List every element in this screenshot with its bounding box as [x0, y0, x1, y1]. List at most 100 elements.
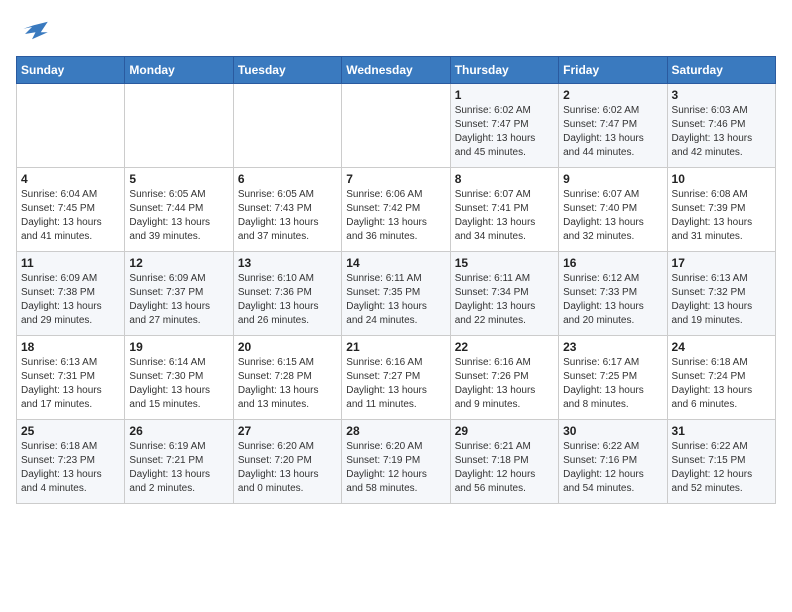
calendar-cell: 28Sunrise: 6:20 AM Sunset: 7:19 PM Dayli…: [342, 420, 450, 504]
day-number: 21: [346, 340, 445, 354]
day-number: 10: [672, 172, 771, 186]
calendar-cell: 25 Sunrise: 6:18 AM Sunset: 7:23 PM Dayli…: [17, 420, 125, 504]
weekday-thursday: Thursday: [450, 57, 558, 84]
weekday-wednesday: Wednesday: [342, 57, 450, 84]
weekday-saturday: Saturday: [667, 57, 775, 84]
day-number: 12: [129, 256, 228, 270]
day-number: 18: [21, 340, 120, 354]
day-info: Sunrise: 6:13 AM Sunset: 7:31 PM Dayligh…: [21, 356, 120, 412]
day-number: 4: [21, 172, 120, 186]
day-number: 29: [455, 424, 554, 438]
header: [16, 16, 776, 48]
calendar-cell: [233, 84, 341, 168]
day-info: Sunrise: 6:21 AM Sunset: 7:18 PM Dayligh…: [455, 440, 554, 496]
calendar-cell: 7 Sunrise: 6:06 AM Sunset: 7:42 PM Daylig…: [342, 168, 450, 252]
day-info: Sunrise: 6:05 AM Sunset: 7:44 PM Dayligh…: [129, 188, 228, 244]
calendar-cell: 12 Sunrise: 6:09 AM Sunset: 7:37 PM Dayli…: [125, 252, 233, 336]
calendar-cell: 22 Sunrise: 6:16 AM Sunset: 7:26 PM Dayli…: [450, 336, 558, 420]
day-number: 20: [238, 340, 337, 354]
calendar-cell: 27Sunrise: 6:20 AM Sunset: 7:20 PM Dayli…: [233, 420, 341, 504]
day-number: 7: [346, 172, 445, 186]
day-number: 26: [129, 424, 228, 438]
day-info: Sunrise: 6:20 AM Sunset: 7:19 PM Dayligh…: [346, 440, 445, 496]
day-info: Sunrise: 6:19 AM Sunset: 7:21 PM Dayligh…: [129, 440, 228, 496]
day-info: Sunrise: 6:02 AM Sunset: 7:47 PM Dayligh…: [563, 104, 662, 160]
calendar-cell: 11Sunrise: 6:09 AM Sunset: 7:38 PM Dayli…: [17, 252, 125, 336]
day-info: Sunrise: 6:03 AM Sunset: 7:46 PM Dayligh…: [672, 104, 771, 160]
logo-bird-icon: [16, 20, 48, 48]
weekday-friday: Friday: [559, 57, 667, 84]
day-number: 31: [672, 424, 771, 438]
day-info: Sunrise: 6:18 AM Sunset: 7:23 PM Dayligh…: [21, 440, 120, 496]
calendar-cell: 3Sunrise: 6:03 AM Sunset: 7:46 PM Daylig…: [667, 84, 775, 168]
calendar-cell: 26 Sunrise: 6:19 AM Sunset: 7:21 PM Dayli…: [125, 420, 233, 504]
day-number: 8: [455, 172, 554, 186]
day-info: Sunrise: 6:18 AM Sunset: 7:24 PM Dayligh…: [672, 356, 771, 412]
day-info: Sunrise: 6:14 AM Sunset: 7:30 PM Dayligh…: [129, 356, 228, 412]
calendar-cell: 31 Sunrise: 6:22 AM Sunset: 7:15 PM Dayli…: [667, 420, 775, 504]
day-number: 9: [563, 172, 662, 186]
day-info: Sunrise: 6:15 AM Sunset: 7:28 PM Dayligh…: [238, 356, 337, 412]
day-number: 23: [563, 340, 662, 354]
calendar-cell: 8Sunrise: 6:07 AM Sunset: 7:41 PM Daylig…: [450, 168, 558, 252]
day-number: 14: [346, 256, 445, 270]
day-info: Sunrise: 6:06 AM Sunset: 7:42 PM Dayligh…: [346, 188, 445, 244]
calendar-cell: 14Sunrise: 6:11 AM Sunset: 7:35 PM Dayli…: [342, 252, 450, 336]
day-number: 5: [129, 172, 228, 186]
calendar-cell: 18 Sunrise: 6:13 AM Sunset: 7:31 PM Dayli…: [17, 336, 125, 420]
day-number: 30: [563, 424, 662, 438]
calendar-cell: 21 Sunrise: 6:16 AM Sunset: 7:27 PM Dayli…: [342, 336, 450, 420]
calendar-cell: 1Sunrise: 6:02 AM Sunset: 7:47 PM Daylig…: [450, 84, 558, 168]
day-number: 17: [672, 256, 771, 270]
calendar-cell: 17 Sunrise: 6:13 AM Sunset: 7:32 PM Dayli…: [667, 252, 775, 336]
calendar-week-2: 4 Sunrise: 6:04 AM Sunset: 7:45 PM Daylig…: [17, 168, 776, 252]
calendar-cell: 6 Sunrise: 6:05 AM Sunset: 7:43 PM Daylig…: [233, 168, 341, 252]
calendar-body: 1 Sunrise: 6:02 AM Sunset: 7:47 PM Daylig…: [17, 84, 776, 504]
weekday-tuesday: Tuesday: [233, 57, 341, 84]
calendar-table: SundayMondayTuesdayWednesdayThursdayFrid…: [16, 56, 776, 504]
day-number: 13: [238, 256, 337, 270]
day-info: Sunrise: 6:16 AM Sunset: 7:26 PM Dayligh…: [455, 356, 554, 412]
calendar-cell: 15Sunrise: 6:11 AM Sunset: 7:34 PM Dayli…: [450, 252, 558, 336]
calendar-cell: 24 Sunrise: 6:18 AM Sunset: 7:24 PM Dayli…: [667, 336, 775, 420]
day-number: 6: [238, 172, 337, 186]
day-number: 19: [129, 340, 228, 354]
calendar-cell: [125, 84, 233, 168]
day-number: 25: [21, 424, 120, 438]
calendar-week-4: 18 Sunrise: 6:13 AM Sunset: 7:31 PM Dayli…: [17, 336, 776, 420]
day-number: 1: [455, 88, 554, 102]
calendar-cell: [342, 84, 450, 168]
day-info: Sunrise: 6:10 AM Sunset: 7:36 PM Dayligh…: [238, 272, 337, 328]
day-info: Sunrise: 6:12 AM Sunset: 7:33 PM Dayligh…: [563, 272, 662, 328]
day-number: 16: [563, 256, 662, 270]
calendar-cell: 10 Sunrise: 6:08 AM Sunset: 7:39 PM Dayli…: [667, 168, 775, 252]
calendar-week-5: 25 Sunrise: 6:18 AM Sunset: 7:23 PM Dayli…: [17, 420, 776, 504]
weekday-sunday: Sunday: [17, 57, 125, 84]
calendar-cell: 20 Sunrise: 6:15 AM Sunset: 7:28 PM Dayli…: [233, 336, 341, 420]
day-info: Sunrise: 6:04 AM Sunset: 7:45 PM Dayligh…: [21, 188, 120, 244]
day-info: Sunrise: 6:22 AM Sunset: 7:15 PM Dayligh…: [672, 440, 771, 496]
day-info: Sunrise: 6:17 AM Sunset: 7:25 PM Dayligh…: [563, 356, 662, 412]
weekday-monday: Monday: [125, 57, 233, 84]
calendar-cell: 9 Sunrise: 6:07 AM Sunset: 7:40 PM Daylig…: [559, 168, 667, 252]
calendar-cell: 13 Sunrise: 6:10 AM Sunset: 7:36 PM Dayli…: [233, 252, 341, 336]
day-info: Sunrise: 6:09 AM Sunset: 7:37 PM Dayligh…: [129, 272, 228, 328]
day-info: Sunrise: 6:07 AM Sunset: 7:40 PM Dayligh…: [563, 188, 662, 244]
day-number: 27: [238, 424, 337, 438]
calendar-cell: 29 Sunrise: 6:21 AM Sunset: 7:18 PM Dayli…: [450, 420, 558, 504]
day-info: Sunrise: 6:09 AM Sunset: 7:38 PM Dayligh…: [21, 272, 120, 328]
calendar-cell: 19 Sunrise: 6:14 AM Sunset: 7:30 PM Dayli…: [125, 336, 233, 420]
calendar-cell: 30 Sunrise: 6:22 AM Sunset: 7:16 PM Dayli…: [559, 420, 667, 504]
calendar-week-1: 1 Sunrise: 6:02 AM Sunset: 7:47 PM Daylig…: [17, 84, 776, 168]
day-number: 22: [455, 340, 554, 354]
day-number: 15: [455, 256, 554, 270]
day-info: Sunrise: 6:13 AM Sunset: 7:32 PM Dayligh…: [672, 272, 771, 328]
calendar-cell: 23 Sunrise: 6:17 AM Sunset: 7:25 PM Dayli…: [559, 336, 667, 420]
calendar-cell: 5 Sunrise: 6:05 AM Sunset: 7:44 PM Daylig…: [125, 168, 233, 252]
day-info: Sunrise: 6:08 AM Sunset: 7:39 PM Dayligh…: [672, 188, 771, 244]
day-info: Sunrise: 6:16 AM Sunset: 7:27 PM Dayligh…: [346, 356, 445, 412]
day-number: 24: [672, 340, 771, 354]
day-info: Sunrise: 6:22 AM Sunset: 7:16 PM Dayligh…: [563, 440, 662, 496]
day-number: 2: [563, 88, 662, 102]
day-info: Sunrise: 6:05 AM Sunset: 7:43 PM Dayligh…: [238, 188, 337, 244]
